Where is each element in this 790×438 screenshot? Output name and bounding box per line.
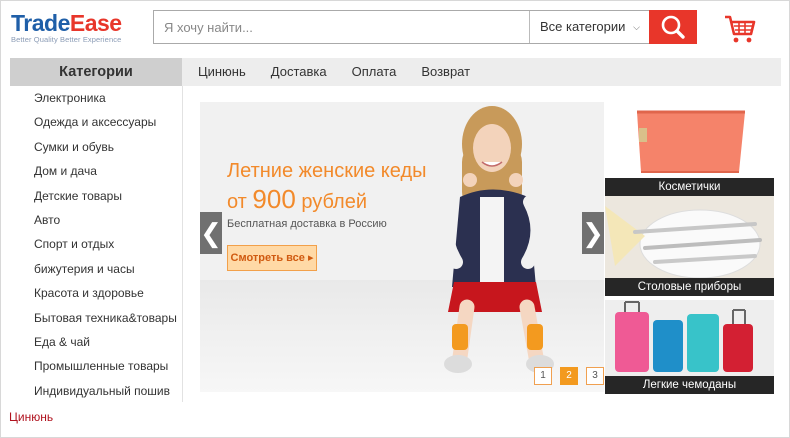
logo-tagline: Better Quality Better Experience xyxy=(11,35,122,44)
banner-shipping-text: Бесплатная доставка в Россию xyxy=(227,218,387,230)
cutlery-image xyxy=(605,196,774,279)
promo-label: Легкие чемоданы xyxy=(605,376,774,394)
search-icon xyxy=(661,15,685,39)
search-input[interactable] xyxy=(154,11,529,43)
site-logo[interactable]: TradeEase Better Quality Better Experien… xyxy=(11,11,122,45)
category-select-value: Все категории xyxy=(540,19,626,34)
chevron-right-icon: ❯ xyxy=(582,218,604,248)
promo-cutlery[interactable]: Столовые приборы xyxy=(605,196,774,296)
category-item[interactable]: Авто xyxy=(10,208,182,232)
search-bar: Все категории ⌵ xyxy=(153,10,649,44)
nav-link-returns[interactable]: Возврат xyxy=(421,58,470,86)
category-item[interactable]: Спорт и отдых xyxy=(10,232,182,256)
category-item[interactable]: Одежда и аксессуары xyxy=(10,110,182,134)
promo-label: Столовые приборы xyxy=(605,278,774,296)
category-item[interactable]: Красота и здоровье xyxy=(10,281,182,305)
nav-link-payment[interactable]: Оплата xyxy=(352,58,397,86)
view-all-button[interactable]: Смотреть все ▸ xyxy=(227,245,317,271)
category-item[interactable]: Еда & чай xyxy=(10,330,182,354)
cosmetic-bag-image xyxy=(637,110,745,173)
category-item[interactable]: Сумки и обувь xyxy=(10,135,182,159)
banner-price: от 900 рублей xyxy=(227,184,367,215)
carousel-page-3[interactable]: 3 xyxy=(586,367,604,385)
main-navbar: Категории Цинюнь Доставка Оплата Возврат xyxy=(10,58,781,86)
cart-icon[interactable] xyxy=(724,14,756,44)
logo-ease-text: Ease xyxy=(69,10,122,36)
carousel-page-1[interactable]: 1 xyxy=(534,367,552,385)
carousel-next-button[interactable]: ❯ xyxy=(582,212,604,254)
category-item[interactable]: бижутерия и часы xyxy=(10,257,182,281)
chevron-down-icon: ⌵ xyxy=(633,22,640,32)
luggage-image xyxy=(615,301,753,372)
promo-luggage[interactable]: Легкие чемоданы xyxy=(605,300,774,394)
category-item[interactable]: Промышленные товары xyxy=(10,354,182,378)
promo-label: Косметички xyxy=(605,178,774,196)
carousel-page-2[interactable]: 2 xyxy=(560,367,578,385)
banner-price-suffix: рублей xyxy=(301,191,368,213)
promo-cosmetic-bags[interactable]: Косметички xyxy=(605,102,774,196)
category-select[interactable]: Все категории ⌵ xyxy=(529,11,650,43)
category-item[interactable]: Дом и дача xyxy=(10,159,182,183)
banner-price-prefix: от xyxy=(227,191,247,213)
chevron-left-icon: ❮ xyxy=(200,218,222,248)
hero-banner[interactable]: Летние женские кеды от 900 рублей Беспла… xyxy=(200,102,604,392)
model-illustration xyxy=(438,106,554,373)
carousel-prev-button[interactable]: ❮ xyxy=(200,212,222,254)
nav-link-delivery[interactable]: Доставка xyxy=(271,58,327,86)
category-item[interactable]: Индивидуальный пошив xyxy=(10,379,182,403)
category-item[interactable]: Электроника xyxy=(10,86,182,110)
category-sidebar: Электроника Одежда и аксессуары Сумки и … xyxy=(10,86,183,402)
search-button[interactable] xyxy=(649,10,697,44)
banner-price-value: 900 xyxy=(252,184,296,214)
logo-trade-text: Trade xyxy=(11,10,70,36)
nav-links: Цинюнь Доставка Оплата Возврат xyxy=(198,58,495,86)
section-title[interactable]: Цинюнь xyxy=(9,410,53,424)
nav-link-tsinyun[interactable]: Цинюнь xyxy=(198,58,246,86)
categories-header[interactable]: Категории xyxy=(10,58,182,86)
carousel-pagination: 1 2 3 xyxy=(534,367,612,385)
category-item[interactable]: Бытовая техника&товары xyxy=(10,306,182,330)
banner-title: Летние женские кеды xyxy=(227,160,427,182)
category-item[interactable]: Детские товары xyxy=(10,184,182,208)
